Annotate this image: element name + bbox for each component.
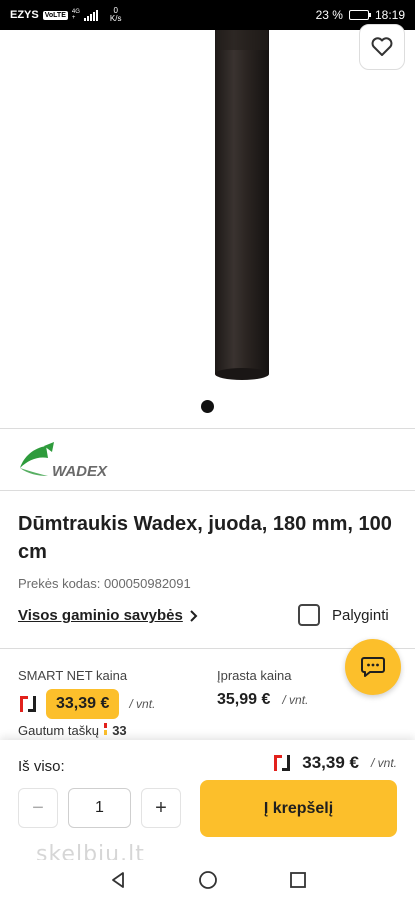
recents-button[interactable] [283,865,313,895]
home-button[interactable] [193,865,223,895]
divider-top [0,428,415,429]
compare-checkbox[interactable] [298,604,320,626]
regular-price-block: Įprasta kaina 35,99 € / vnt. [217,668,308,709]
system-nav-bar [0,860,415,900]
divider-brand [0,490,415,491]
product-page: EZYS VoLTE 4G + 0 K/s 23 % 18:19 WADEX D… [0,0,415,900]
total-price-unit: / vnt. [370,756,397,770]
product-code: Prekės kodas: 000050982091 [18,576,191,591]
volte-badge: VoLTE [42,10,68,20]
compare-label: Palyginti [332,606,389,624]
signal-icon [83,9,98,21]
quantity-input[interactable] [68,788,131,828]
regular-price-unit: / vnt. [282,693,309,707]
back-button[interactable] [103,865,133,895]
clock: 18:19 [374,8,405,22]
status-left: EZYS VoLTE 4G + 0 K/s [10,7,121,23]
points-icon [103,723,107,735]
network-type: 4G + [72,9,80,21]
wishlist-button[interactable] [359,24,405,70]
total-label: Iš viso: [18,758,65,775]
status-bar: EZYS VoLTE 4G + 0 K/s 23 % 18:19 [0,0,415,30]
add-to-cart-button[interactable]: Į krepšelį [200,780,397,837]
chevron-right-icon [190,609,198,622]
all-features-link-label: Visos gaminio savybės [18,607,183,624]
product-title: Dūmtraukis Wadex, juoda, 180 mm, 100 cm [18,513,392,563]
smart-price-label: SMART NET kaina [18,668,128,683]
network-speed: 0 K/s [110,7,122,23]
store-logo-icon [274,755,291,771]
gallery-pagination [0,400,415,413]
brand-logo-text: WADEX [52,463,108,480]
smart-price-row: 33,39 € / vnt. [18,689,155,719]
chat-icon [361,657,385,677]
heart-icon [371,37,393,56]
loyalty-points-value: 33 [112,723,127,738]
chat-button[interactable] [345,639,401,695]
carrier-label: EZYS [10,9,39,21]
regular-price-label: Įprasta kaina [217,668,292,683]
loyalty-points-label: Gautum taškų [18,723,99,738]
battery-percent: 23 % [315,8,343,22]
back-icon [111,872,124,888]
all-features-link[interactable]: Visos gaminio savybės [18,607,198,624]
quantity-decrease-button[interactable]: − [18,788,58,828]
quantity-increase-button[interactable]: + [141,788,181,828]
total-price: 33,39 € / vnt. [272,753,397,773]
regular-price-value: 35,99 € [217,691,271,708]
home-icon [198,871,217,889]
smart-price-block: SMART NET kaina 33,39 € / vnt. Gautum ta… [18,668,155,738]
network-speed-unit: K/s [109,14,122,23]
recents-icon [289,872,306,888]
product-image-gallery[interactable] [0,24,415,428]
regular-price-row: 35,99 € / vnt. [217,691,308,709]
smart-price-value: 33,39 € [46,689,120,719]
store-logo-icon [20,696,36,712]
smart-price-unit: / vnt. [129,697,156,711]
product-image [215,30,269,380]
total-price-value: 33,39 € [302,753,359,772]
battery-icon [348,10,371,20]
loyalty-points: Gautum taškų 33 [18,723,155,738]
brand-logo[interactable]: WADEX [18,438,118,482]
gallery-dot-active[interactable] [201,400,214,413]
network-type-bottom: + [71,15,76,21]
compare-toggle[interactable]: Palyginti [298,604,389,626]
status-right: 23 % 18:19 [316,8,405,22]
